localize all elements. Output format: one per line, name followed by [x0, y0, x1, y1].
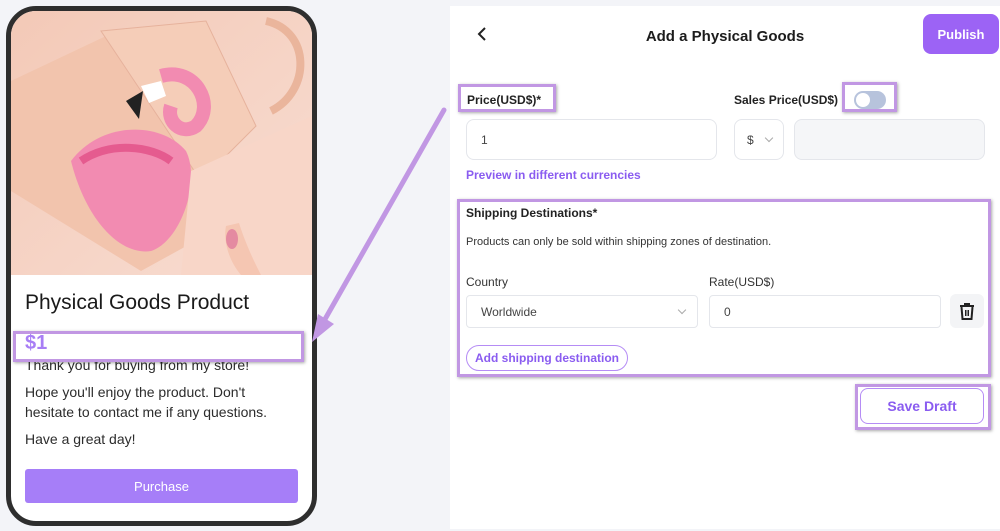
rate-value: 0 — [724, 304, 731, 319]
sales-price-input[interactable] — [794, 119, 985, 160]
product-details: Physical Goods Product $1 Thank you for … — [25, 291, 298, 456]
sales-price-toggle[interactable] — [854, 91, 886, 109]
price-label: Price(USD$)* — [467, 93, 542, 107]
country-select[interactable]: Worldwide — [466, 295, 698, 328]
rate-input[interactable]: 0 — [709, 295, 941, 328]
delete-destination-button[interactable] — [950, 294, 984, 328]
chevron-down-icon — [677, 305, 687, 315]
shipping-title: Shipping Destinations* — [466, 206, 598, 220]
save-draft-button[interactable]: Save Draft — [860, 388, 984, 424]
country-value: Worldwide — [481, 304, 537, 319]
chevron-down-icon — [764, 133, 774, 143]
description-line: Thank you for buying from my store! — [25, 357, 250, 373]
purchase-button[interactable]: Purchase — [25, 469, 298, 503]
rate-label: Rate(USD$) — [709, 275, 775, 289]
flamingo-wallet-illustration — [11, 11, 312, 275]
sales-price-label: Sales Price(USD$) — [734, 93, 839, 107]
mobile-preview: Physical Goods Product $1 Thank you for … — [6, 6, 317, 526]
description-line: Hope you'll enjoy the product. Don't hes… — [25, 384, 268, 420]
description-line: Have a great day! — [25, 431, 136, 447]
product-image — [11, 11, 312, 275]
product-description: Thank you for buying from my store! Hope… — [25, 355, 298, 449]
product-title: Physical Goods Product — [25, 291, 250, 314]
price-input[interactable]: 1 — [466, 119, 717, 160]
product-price: $1 — [25, 332, 48, 354]
price-value: 1 — [481, 132, 488, 147]
page-title: Add a Physical Goods — [645, 28, 805, 45]
publish-button[interactable]: Publish — [923, 14, 999, 54]
shipping-helper: Products can only be sold within shippin… — [466, 236, 772, 248]
trash-icon — [960, 303, 974, 320]
country-label: Country — [466, 275, 509, 289]
currency-select[interactable]: $ — [734, 119, 784, 160]
currency-symbol: $ — [747, 132, 754, 147]
preview-currencies-link[interactable]: Preview in different currencies — [466, 168, 641, 182]
add-physical-goods-form: Add a Physical Goods Publish Price(USD$)… — [450, 6, 1000, 529]
toggle-knob — [856, 93, 870, 107]
add-shipping-destination-button[interactable]: Add shipping destination — [466, 345, 628, 371]
